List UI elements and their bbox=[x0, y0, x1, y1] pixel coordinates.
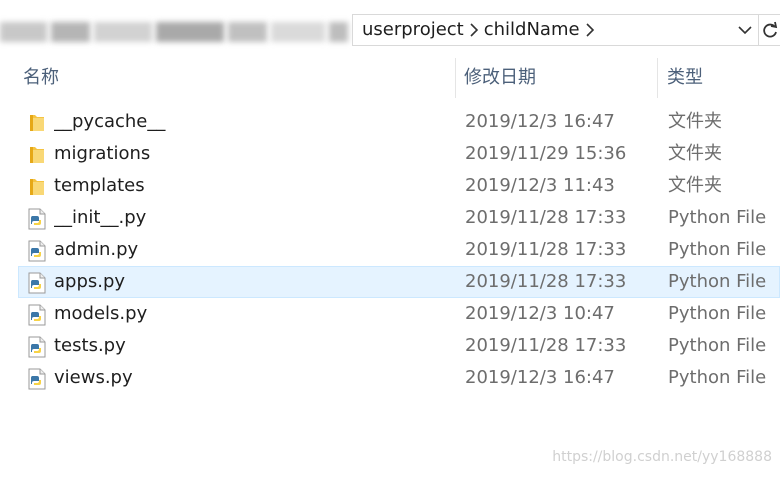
file-date: 2019/11/28 17:33 bbox=[465, 239, 627, 260]
file-name: templates bbox=[54, 175, 145, 196]
refresh-button[interactable] bbox=[758, 14, 780, 46]
file-row-apps[interactable]: apps.py 2019/11/28 17:33 Python File bbox=[18, 266, 780, 298]
chevron-right-icon[interactable] bbox=[580, 14, 600, 46]
file-name: views.py bbox=[54, 367, 133, 388]
column-divider[interactable] bbox=[455, 58, 456, 98]
python-file-icon bbox=[27, 304, 47, 326]
python-file-icon bbox=[27, 336, 47, 358]
file-row-views[interactable]: views.py 2019/12/3 16:47 Python File bbox=[18, 362, 780, 394]
column-header-name[interactable]: 名称 bbox=[23, 58, 59, 98]
file-row-pycache[interactable]: __pycache__ 2019/12/3 16:47 文件夹 bbox=[18, 106, 780, 138]
file-type: Python File bbox=[668, 335, 767, 356]
breadcrumb-childname[interactable]: childName bbox=[484, 14, 580, 46]
chevron-right-icon[interactable] bbox=[464, 14, 484, 46]
column-header-date[interactable]: 修改日期 bbox=[464, 58, 536, 98]
python-file-icon bbox=[27, 208, 47, 230]
python-file-icon bbox=[27, 368, 47, 390]
file-row-tests[interactable]: tests.py 2019/11/28 17:33 Python File bbox=[18, 330, 780, 362]
file-name: apps.py bbox=[54, 271, 126, 292]
python-file-icon bbox=[27, 240, 47, 262]
file-type: Python File bbox=[668, 303, 767, 324]
python-file-icon bbox=[27, 272, 47, 294]
file-type: Python File bbox=[668, 271, 767, 292]
file-date: 2019/12/3 16:47 bbox=[465, 111, 615, 132]
file-row-init[interactable]: __init__.py 2019/11/28 17:33 Python File bbox=[18, 202, 780, 234]
file-date: 2019/11/28 17:33 bbox=[465, 207, 627, 228]
file-date: 2019/12/3 11:43 bbox=[465, 175, 615, 196]
address-bar: userproject childName bbox=[0, 12, 780, 50]
file-list: __pycache__ 2019/12/3 16:47 文件夹 migratio… bbox=[18, 106, 780, 394]
column-header-type[interactable]: 类型 bbox=[667, 58, 703, 98]
address-input[interactable]: userproject childName bbox=[352, 14, 758, 46]
folder-icon bbox=[27, 176, 47, 198]
file-name: __pycache__ bbox=[54, 111, 166, 132]
file-type: Python File bbox=[668, 207, 767, 228]
breadcrumb-userproject[interactable]: userproject bbox=[353, 14, 464, 46]
file-date: 2019/12/3 10:47 bbox=[465, 303, 615, 324]
chevron-down-icon[interactable] bbox=[732, 15, 758, 45]
file-row-models[interactable]: models.py 2019/12/3 10:47 Python File bbox=[18, 298, 780, 330]
file-row-migrations[interactable]: migrations 2019/11/29 15:36 文件夹 bbox=[18, 138, 780, 170]
folder-icon bbox=[27, 112, 47, 134]
file-name: __init__.py bbox=[54, 207, 147, 228]
file-date: 2019/11/28 17:33 bbox=[465, 335, 627, 356]
file-date: 2019/11/29 15:36 bbox=[465, 143, 627, 164]
file-row-admin[interactable]: admin.py 2019/11/28 17:33 Python File bbox=[18, 234, 780, 266]
column-headers: 名称 修改日期 类型 bbox=[0, 58, 780, 98]
file-row-templates[interactable]: templates 2019/12/3 11:43 文件夹 bbox=[18, 170, 780, 202]
file-type: 文件夹 bbox=[668, 111, 722, 132]
file-name: migrations bbox=[54, 143, 151, 164]
blurred-path-segment bbox=[0, 16, 352, 48]
file-type: Python File bbox=[668, 239, 767, 260]
watermark: https://blog.csdn.net/yy168888 bbox=[552, 449, 772, 465]
file-type: 文件夹 bbox=[668, 143, 722, 164]
refresh-icon bbox=[762, 21, 777, 38]
file-name: models.py bbox=[54, 303, 148, 324]
folder-icon bbox=[27, 144, 47, 166]
file-name: tests.py bbox=[54, 335, 126, 356]
file-name: admin.py bbox=[54, 239, 139, 260]
file-type: Python File bbox=[668, 367, 767, 388]
file-type: 文件夹 bbox=[668, 175, 722, 196]
column-divider[interactable] bbox=[657, 58, 658, 98]
file-date: 2019/12/3 16:47 bbox=[465, 367, 615, 388]
file-date: 2019/11/28 17:33 bbox=[465, 271, 627, 292]
